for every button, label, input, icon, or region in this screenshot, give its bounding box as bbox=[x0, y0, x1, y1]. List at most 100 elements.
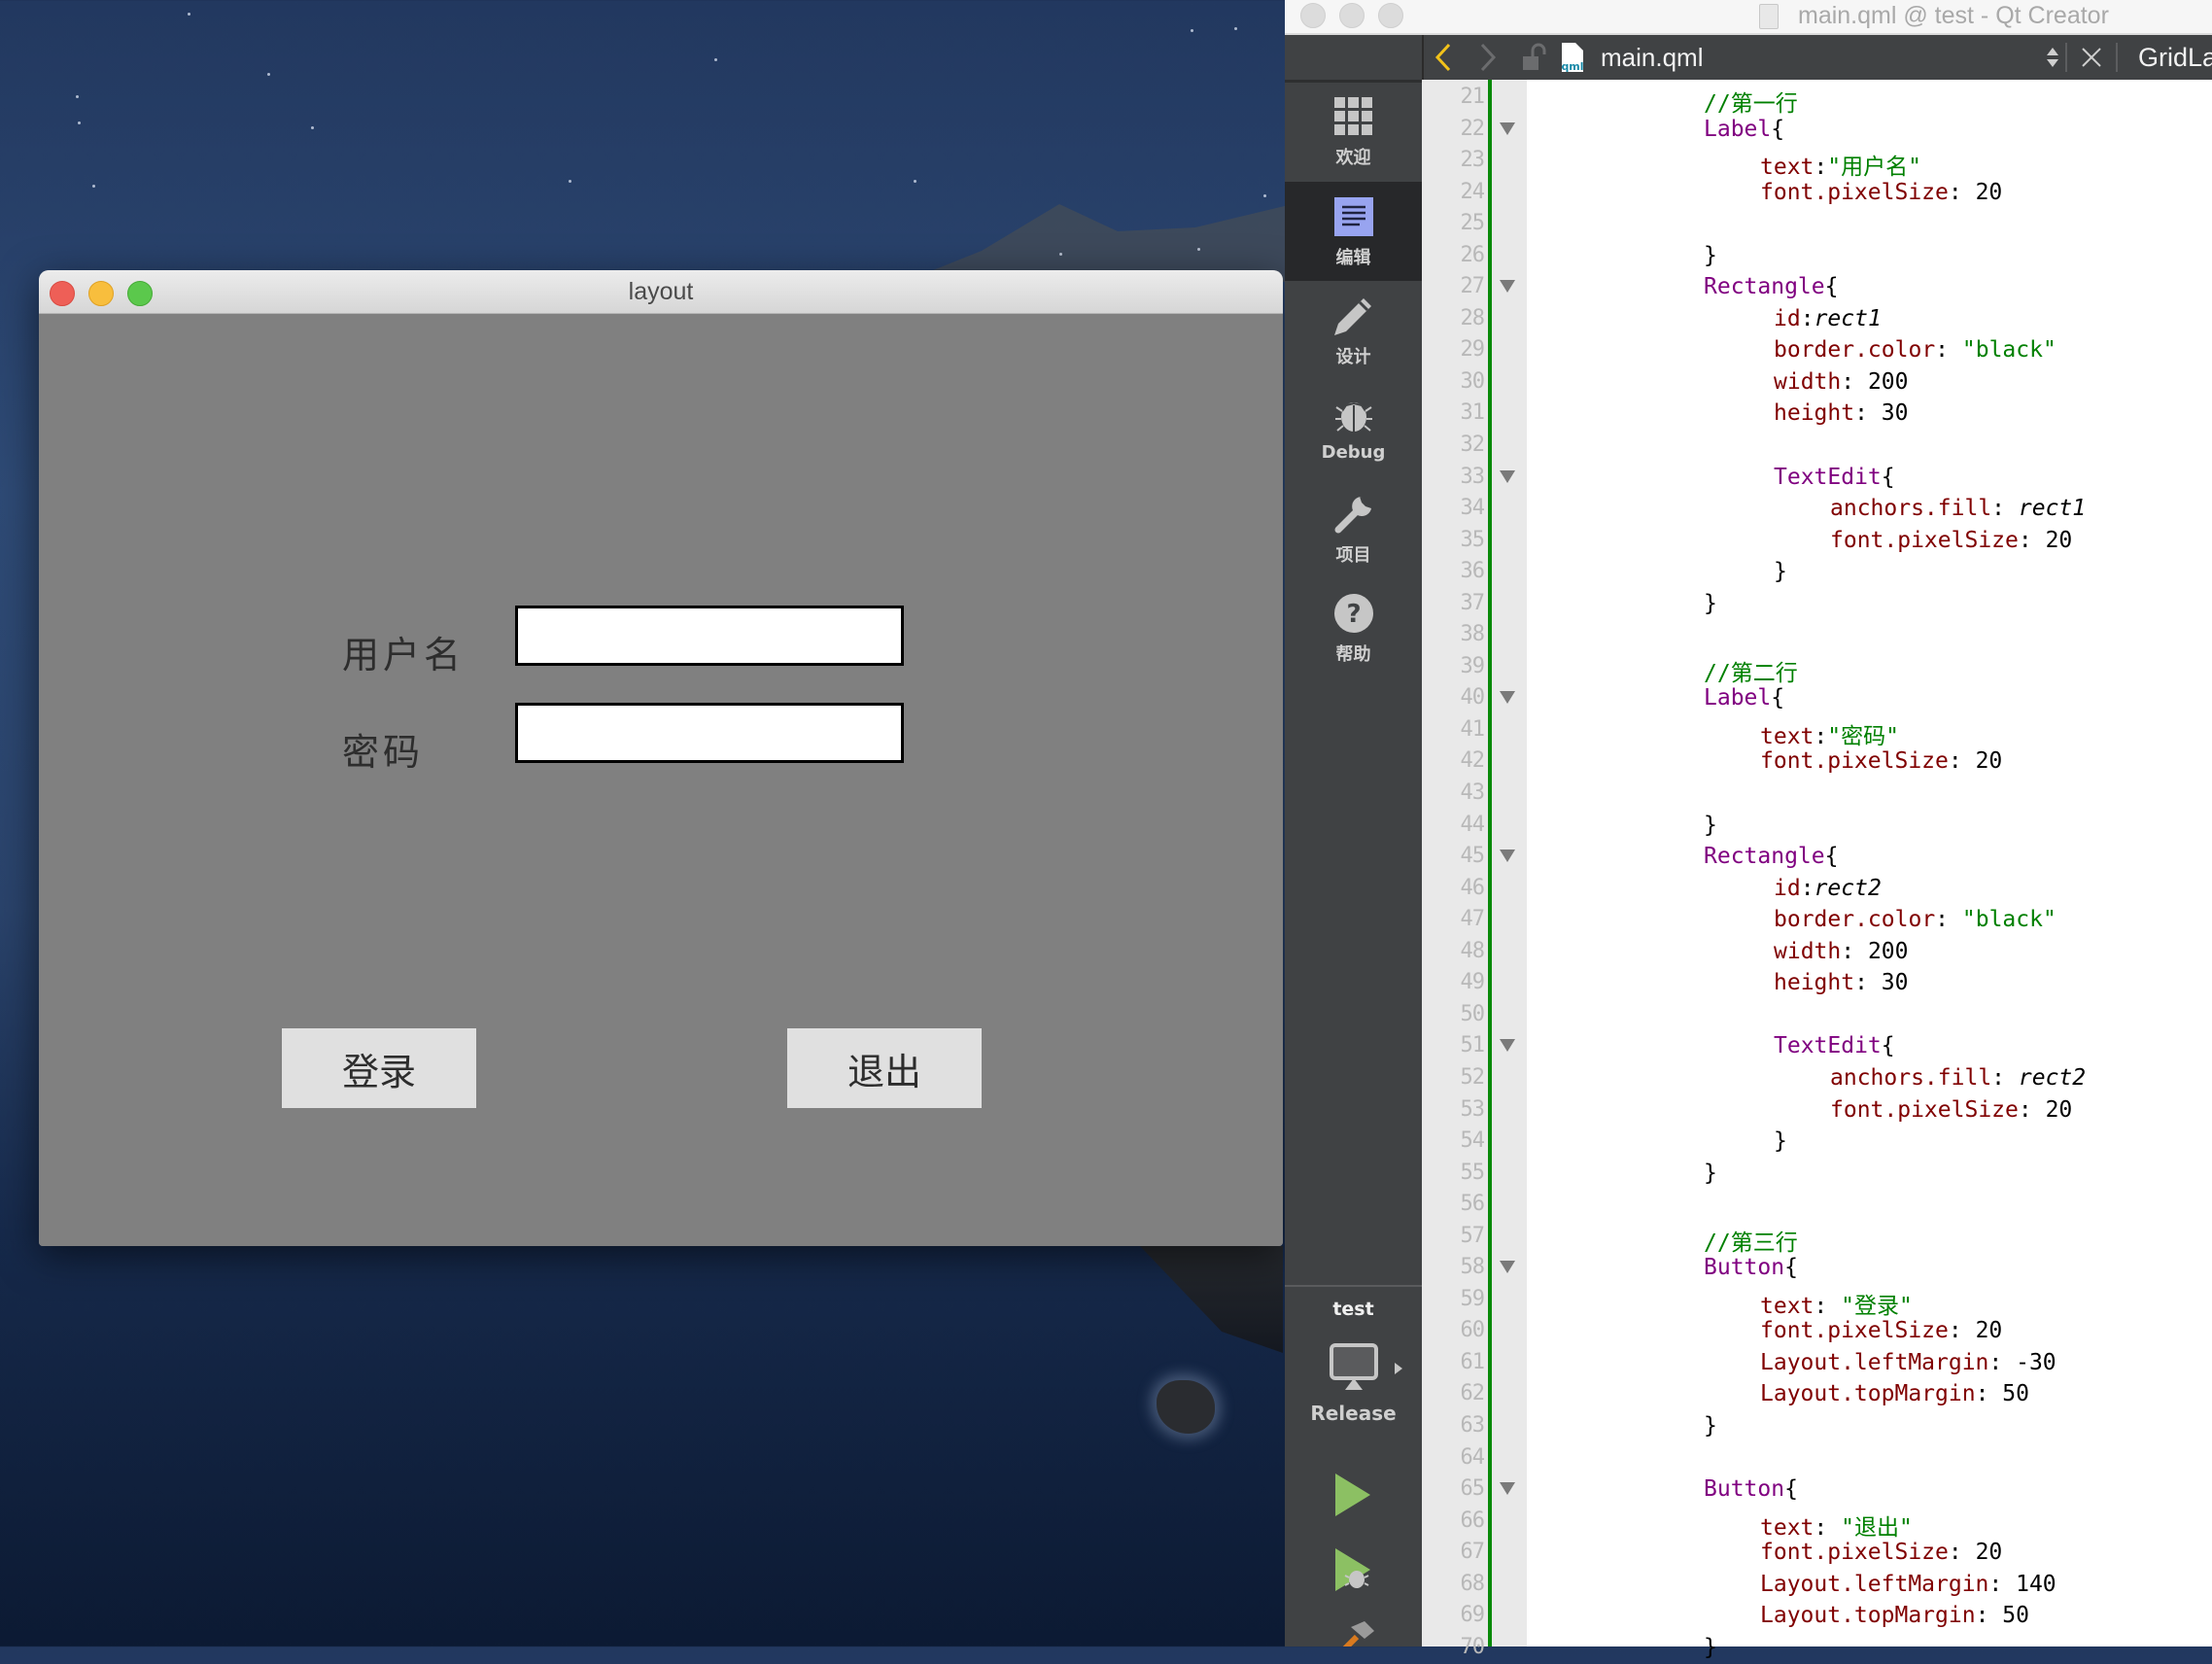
document-selector[interactable]: main.qml bbox=[1601, 35, 1703, 80]
fold-arrow-icon[interactable] bbox=[1500, 280, 1515, 294]
layout-window-titlebar[interactable]: layout bbox=[39, 270, 1283, 314]
code-line[interactable]: 42 font.pixelSize: 20 bbox=[1422, 746, 2212, 779]
exit-button[interactable]: 退出 bbox=[787, 1028, 982, 1108]
code-token: { bbox=[1824, 274, 1839, 300]
code-line[interactable]: 25 bbox=[1422, 209, 2212, 241]
code-line[interactable]: 57 //第三行 bbox=[1422, 1222, 2212, 1256]
symbol-selector[interactable]: GridLa bbox=[2138, 35, 2212, 80]
code-line[interactable]: 27 Rectangle{ bbox=[1422, 272, 2212, 304]
code-line[interactable]: 54} bbox=[1422, 1127, 2212, 1159]
code-line[interactable]: 45 Rectangle{ bbox=[1422, 842, 2212, 874]
qt-creator-titlebar[interactable]: main.qml @ test - Qt Creator bbox=[1285, 0, 2212, 35]
code-line[interactable]: 50 bbox=[1422, 1000, 2212, 1032]
code-line[interactable]: 41 text:"密码" bbox=[1422, 715, 2212, 749]
fold-arrow-icon[interactable] bbox=[1500, 1261, 1515, 1274]
code-token: //第三行 bbox=[1704, 1230, 1798, 1256]
line-number: 54 bbox=[1460, 1128, 1486, 1154]
fold-arrow-icon[interactable] bbox=[1500, 1482, 1515, 1496]
code-line[interactable]: 35 font.pixelSize: 20 bbox=[1422, 526, 2212, 558]
file-lock-button[interactable] bbox=[1521, 35, 1546, 80]
code-token: font.pixelSize bbox=[1760, 1318, 1949, 1344]
code-line[interactable]: 58 Button{ bbox=[1422, 1253, 2212, 1285]
run-button[interactable] bbox=[1331, 1472, 1374, 1518]
mode-debug[interactable]: Debug bbox=[1285, 380, 1422, 477]
code-line[interactable]: 56 bbox=[1422, 1190, 2212, 1222]
code-line[interactable]: 37} bbox=[1422, 589, 2212, 621]
code-line[interactable]: 26} bbox=[1422, 241, 2212, 273]
code-line[interactable]: 59 text: "登录" bbox=[1422, 1285, 2212, 1319]
username-input[interactable] bbox=[515, 606, 904, 666]
fold-arrow-icon[interactable] bbox=[1500, 691, 1515, 705]
build-button[interactable] bbox=[1331, 1619, 1380, 1647]
code-line[interactable]: 55} bbox=[1422, 1159, 2212, 1191]
code-line[interactable]: 30 width: 200 bbox=[1422, 367, 2212, 399]
code-line[interactable]: 52 anchors.fill: rect2 bbox=[1422, 1063, 2212, 1095]
editor-toolbar: qml main.qml GridLa bbox=[1422, 35, 2212, 80]
code-line[interactable]: 70} bbox=[1422, 1633, 2212, 1664]
code-text: width: 200 bbox=[1774, 939, 1909, 964]
code-line[interactable]: 53 font.pixelSize: 20 bbox=[1422, 1095, 2212, 1127]
code-token: text bbox=[1760, 155, 1815, 181]
code-line[interactable]: 39 //第二行 bbox=[1422, 652, 2212, 686]
code-line[interactable]: 62 Layout.topMargin: 50 bbox=[1422, 1379, 2212, 1411]
code-line[interactable]: 44} bbox=[1422, 811, 2212, 843]
login-button[interactable]: 登录 bbox=[282, 1028, 476, 1108]
forward-button[interactable] bbox=[1478, 35, 1498, 80]
code-line[interactable]: 29 border.color: "black" bbox=[1422, 335, 2212, 367]
code-editor[interactable]: 21//第一行 22 Label{23 text:"用户名" 24 font.pixelS… bbox=[1422, 80, 2212, 1660]
mode-help[interactable]: ? 帮助 bbox=[1285, 578, 1422, 676]
code-token: font.pixelSize bbox=[1760, 179, 1949, 205]
code-token: rect2 bbox=[2018, 1064, 2087, 1091]
fold-arrow-icon[interactable] bbox=[1500, 469, 1515, 483]
code-line[interactable]: 60 font.pixelSize: 20 bbox=[1422, 1316, 2212, 1348]
code-line[interactable]: 48 width: 200 bbox=[1422, 937, 2212, 969]
zoom-window-button[interactable] bbox=[1378, 3, 1403, 28]
code-line[interactable]: 51 TextEdit{ bbox=[1422, 1031, 2212, 1063]
minimize-window-button[interactable] bbox=[1339, 3, 1365, 28]
mode-projects[interactable]: 项目 bbox=[1285, 479, 1422, 576]
fold-arrow-icon[interactable] bbox=[1500, 121, 1515, 135]
fold-arrow-icon[interactable] bbox=[1500, 1039, 1515, 1053]
code-line[interactable]: 49 height: 30 bbox=[1422, 968, 2212, 1000]
code-line[interactable]: 47 border.color: "black" bbox=[1422, 905, 2212, 937]
code-line[interactable]: 34 anchors.fill: rect1 bbox=[1422, 494, 2212, 526]
mode-welcome[interactable]: 欢迎 bbox=[1285, 82, 1422, 179]
code-line[interactable]: 64 bbox=[1422, 1443, 2212, 1475]
monitor-icon bbox=[1330, 1343, 1378, 1390]
code-line[interactable]: 46 id:rect2 bbox=[1422, 874, 2212, 906]
code-line[interactable]: 68 Layout.leftMargin: 140 bbox=[1422, 1570, 2212, 1602]
code-line[interactable]: 65 Button{ bbox=[1422, 1474, 2212, 1507]
code-line[interactable]: 40 Label{ bbox=[1422, 683, 2212, 715]
code-token: font.pixelSize bbox=[1830, 1096, 2019, 1123]
code-line[interactable]: 69 Layout.topMargin: 50 bbox=[1422, 1601, 2212, 1633]
wallpaper-cliff bbox=[1140, 1246, 1283, 1353]
star bbox=[914, 180, 916, 183]
document-stepper[interactable] bbox=[2046, 35, 2059, 80]
code-line[interactable]: 61 Layout.leftMargin: -30 bbox=[1422, 1348, 2212, 1380]
code-line[interactable]: 67 font.pixelSize: 20 bbox=[1422, 1538, 2212, 1570]
code-line[interactable]: 33 TextEdit{ bbox=[1422, 463, 2212, 495]
code-line[interactable]: 31 height: 30 bbox=[1422, 399, 2212, 431]
debug-run-button[interactable] bbox=[1331, 1546, 1378, 1595]
code-line[interactable]: 23 text:"用户名" bbox=[1422, 146, 2212, 181]
kit-selector[interactable]: Release bbox=[1285, 1335, 1422, 1433]
close-document-button[interactable] bbox=[2081, 35, 2102, 80]
back-button[interactable] bbox=[1434, 35, 1453, 80]
code-line[interactable]: 43 bbox=[1422, 779, 2212, 811]
code-line[interactable]: 38 bbox=[1422, 620, 2212, 652]
fold-arrow-icon[interactable] bbox=[1500, 849, 1515, 863]
code-line[interactable]: 24 font.pixelSize: 20 bbox=[1422, 178, 2212, 210]
close-window-button[interactable] bbox=[1300, 3, 1326, 28]
code-token: : bbox=[1991, 1064, 2019, 1091]
code-line[interactable]: 21 //第一行 bbox=[1422, 83, 2212, 117]
password-input[interactable] bbox=[515, 703, 904, 763]
code-line[interactable]: 28 id:rect1 bbox=[1422, 304, 2212, 336]
code-line[interactable]: 66 text: "退出" bbox=[1422, 1507, 2212, 1541]
mode-design[interactable]: 设计 bbox=[1285, 281, 1422, 378]
code-line[interactable]: 63} bbox=[1422, 1411, 2212, 1443]
code-line[interactable]: 36} bbox=[1422, 557, 2212, 589]
code-line[interactable]: 32 bbox=[1422, 431, 2212, 463]
mode-edit[interactable]: 编辑 bbox=[1285, 182, 1422, 281]
code-line[interactable]: 22 Label{ bbox=[1422, 115, 2212, 147]
line-number: 60 bbox=[1460, 1318, 1486, 1343]
